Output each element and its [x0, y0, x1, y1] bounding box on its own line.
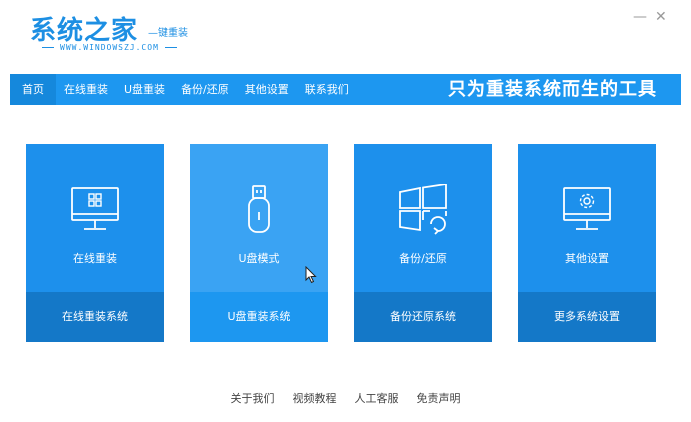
logo-url: WWW.WINDOWSZJ.COM: [36, 43, 183, 52]
nav-item-online-install[interactable]: 在线重装: [56, 74, 116, 105]
close-button[interactable]: ✕: [655, 10, 667, 24]
logo-subtitle: —键重装: [148, 28, 188, 39]
card-online-install-top[interactable]: 在线重装: [26, 144, 164, 292]
backup-restore-button[interactable]: 备份还原系统: [354, 292, 492, 342]
windows-restore-icon: [399, 184, 447, 235]
card-title: 备份/还原: [399, 252, 447, 265]
monitor-windows-icon: [71, 187, 119, 230]
app-logo: 系统之家 —键重装 WWW.WINDOWSZJ.COM: [30, 10, 188, 52]
footer-link-disclaimer[interactable]: 免责声明: [417, 390, 461, 406]
card-title: 其他设置: [565, 252, 609, 265]
main-nav: 首页 在线重装 U盘重装 备份/还原 其他设置 联系我们 只为重装系统而生的工具: [10, 74, 681, 105]
nav-item-home[interactable]: 首页: [10, 74, 56, 105]
card-online-install[interactable]: 在线重装 在线重装系统: [26, 144, 164, 342]
usb-drive-icon: [248, 185, 270, 233]
mouse-cursor-icon: [305, 266, 317, 284]
card-backup-restore[interactable]: 备份/还原 备份还原系统: [354, 144, 492, 342]
card-title: U盘模式: [238, 252, 280, 265]
card-usb-mode[interactable]: U盘模式 U盘重装系统: [190, 144, 328, 342]
more-settings-button[interactable]: 更多系统设置: [518, 292, 656, 342]
card-other-settings[interactable]: 其他设置 更多系统设置: [518, 144, 656, 342]
footer-link-video-tutorial[interactable]: 视频教程: [293, 390, 337, 406]
nav-item-backup-restore[interactable]: 备份/还原: [173, 74, 237, 105]
minimize-button[interactable]: —: [633, 10, 647, 24]
nav-item-contact[interactable]: 联系我们: [297, 74, 357, 105]
footer-link-customer-service[interactable]: 人工客服: [355, 390, 399, 406]
nav-slogan: 只为重装系统而生的工具: [448, 79, 657, 100]
online-install-button[interactable]: 在线重装系统: [26, 292, 164, 342]
card-other-settings-top[interactable]: 其他设置: [518, 144, 656, 292]
nav-item-usb-install[interactable]: U盘重装: [116, 74, 173, 105]
logo-title: 系统之家: [30, 16, 139, 46]
card-backup-restore-top[interactable]: 备份/还原: [354, 144, 492, 292]
footer-link-about[interactable]: 关于我们: [231, 390, 275, 406]
monitor-gear-icon: [563, 187, 611, 230]
card-title: 在线重装: [73, 252, 117, 265]
nav-item-other-settings[interactable]: 其他设置: [237, 74, 297, 105]
usb-install-button[interactable]: U盘重装系统: [190, 292, 328, 342]
footer-links: 关于我们 视频教程 人工客服 免责声明: [0, 390, 691, 406]
